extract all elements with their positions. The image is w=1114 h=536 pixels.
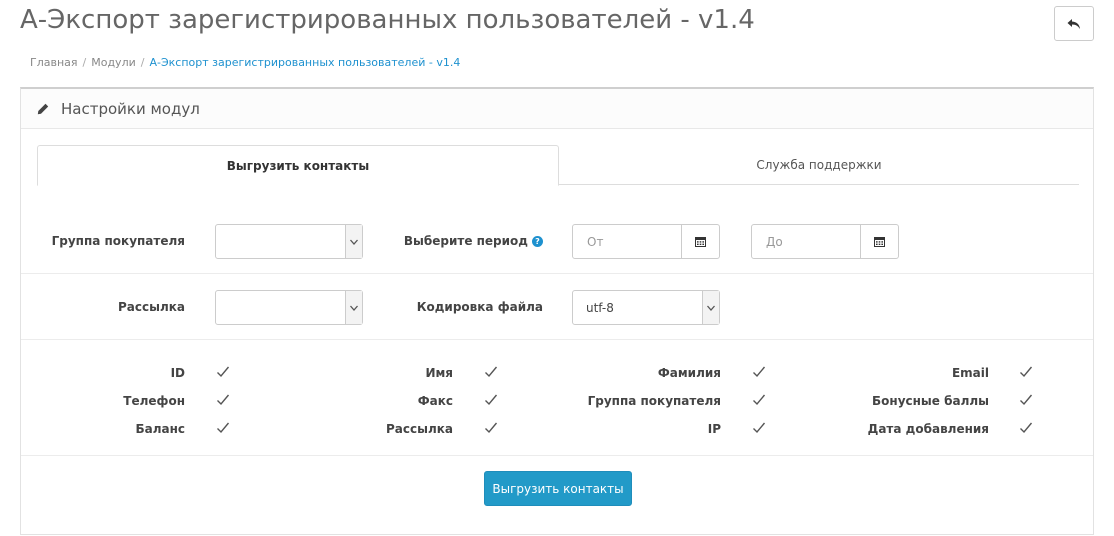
encoding-label: Кодировка файла bbox=[416, 300, 543, 314]
date-to-input[interactable]: До bbox=[751, 224, 861, 259]
tab-support[interactable]: Служба поддержки bbox=[559, 145, 1079, 185]
checkmark-icon bbox=[753, 394, 766, 406]
date-from-input[interactable]: От bbox=[572, 224, 682, 259]
field-label-customer-group: Группа покупателя bbox=[587, 394, 721, 408]
checkmark-icon bbox=[485, 394, 498, 406]
checkmark-icon bbox=[485, 366, 498, 378]
settings-panel: Настройки модул Выгрузить контакты Служб… bbox=[20, 87, 1094, 535]
date-from-calendar-button[interactable] bbox=[681, 224, 720, 259]
customer-group-select[interactable] bbox=[215, 224, 363, 259]
field-label-ip: IP bbox=[707, 422, 721, 436]
checkmark-icon bbox=[485, 422, 498, 434]
row-divider bbox=[21, 273, 1093, 274]
field-label-id: ID bbox=[170, 366, 185, 380]
encoding-value: utf-8 bbox=[586, 301, 614, 315]
period-label: Выберите период? bbox=[404, 234, 543, 248]
customer-group-label: Группа покупателя bbox=[51, 234, 185, 248]
checkmark-icon bbox=[1020, 422, 1033, 434]
calendar-icon bbox=[695, 237, 706, 247]
field-checkbox-fax[interactable] bbox=[484, 393, 498, 407]
chevron-down-icon bbox=[345, 225, 362, 258]
field-checkbox-phone[interactable] bbox=[216, 393, 230, 407]
checkmark-icon bbox=[753, 422, 766, 434]
field-checkbox-id[interactable] bbox=[216, 365, 230, 379]
field-label-newsletter: Рассылка bbox=[385, 422, 453, 436]
checkmark-icon bbox=[1020, 366, 1033, 378]
breadcrumb-home[interactable]: Главная bbox=[30, 56, 78, 69]
field-label-email: Email bbox=[951, 366, 989, 380]
checkmark-icon bbox=[753, 366, 766, 378]
field-checkbox-ip[interactable] bbox=[752, 421, 766, 435]
field-label-phone: Телефон bbox=[123, 394, 185, 408]
date-to-group: До bbox=[751, 224, 899, 259]
field-checkbox-last-name[interactable] bbox=[752, 365, 766, 379]
field-label-date-added: Дата добавления bbox=[867, 422, 989, 436]
field-label-reward-points: Бонусные баллы bbox=[872, 394, 989, 408]
tab-export-contacts[interactable]: Выгрузить контакты bbox=[37, 145, 559, 186]
calendar-icon bbox=[874, 237, 885, 247]
field-label-balance: Баланс bbox=[135, 422, 185, 436]
back-button[interactable] bbox=[1054, 6, 1094, 41]
date-to-calendar-button[interactable] bbox=[860, 224, 899, 259]
tab-bar: Выгрузить контакты Служба поддержки bbox=[37, 145, 1079, 186]
date-from-group: От bbox=[572, 224, 720, 259]
checkmark-icon bbox=[217, 366, 230, 378]
question-circle-icon[interactable]: ? bbox=[532, 236, 543, 247]
pencil-icon bbox=[37, 103, 49, 114]
field-checkbox-balance[interactable] bbox=[216, 421, 230, 435]
reply-icon bbox=[1067, 18, 1080, 29]
field-checkbox-date-added[interactable] bbox=[1019, 421, 1033, 435]
panel-title: Настройки модул bbox=[61, 99, 200, 118]
field-checkbox-first-name[interactable] bbox=[484, 365, 498, 379]
field-checkbox-email[interactable] bbox=[1019, 365, 1033, 379]
field-label-fax: Факс bbox=[417, 394, 453, 408]
checkmark-icon bbox=[217, 394, 230, 406]
encoding-select[interactable]: utf-8 bbox=[572, 290, 720, 325]
period-label-text: Выберите период bbox=[403, 234, 528, 248]
checkmark-icon bbox=[1020, 394, 1033, 406]
breadcrumb-separator: / bbox=[82, 56, 87, 69]
breadcrumb-separator: / bbox=[140, 56, 145, 69]
chevron-down-icon bbox=[345, 291, 362, 324]
chevron-down-icon bbox=[702, 291, 719, 324]
export-contacts-button[interactable]: Выгрузить контакты bbox=[484, 471, 632, 506]
newsletter-select[interactable] bbox=[215, 290, 363, 325]
date-to-placeholder: До bbox=[766, 235, 783, 249]
date-from-placeholder: От bbox=[587, 235, 604, 249]
newsletter-label: Рассылка bbox=[117, 300, 185, 314]
breadcrumb-current[interactable]: А-Экспорт зарегистрированных пользовател… bbox=[149, 56, 460, 69]
field-label-first-name: Имя bbox=[425, 366, 453, 380]
row-divider bbox=[21, 339, 1093, 340]
checkmark-icon bbox=[217, 422, 230, 434]
breadcrumb-modules[interactable]: Модули bbox=[91, 56, 136, 69]
row-divider bbox=[21, 455, 1093, 456]
breadcrumb: Главная / Модули / А-Экспорт зарегистрирован… bbox=[30, 56, 460, 69]
field-checkbox-customer-group[interactable] bbox=[752, 393, 766, 407]
panel-heading: Настройки модул bbox=[21, 89, 1093, 129]
field-checkbox-reward-points[interactable] bbox=[1019, 393, 1033, 407]
field-checkbox-newsletter[interactable] bbox=[484, 421, 498, 435]
field-label-last-name: Фамилия bbox=[657, 366, 721, 380]
page-title: А-Экспорт зарегистрированных пользовател… bbox=[20, 5, 755, 35]
